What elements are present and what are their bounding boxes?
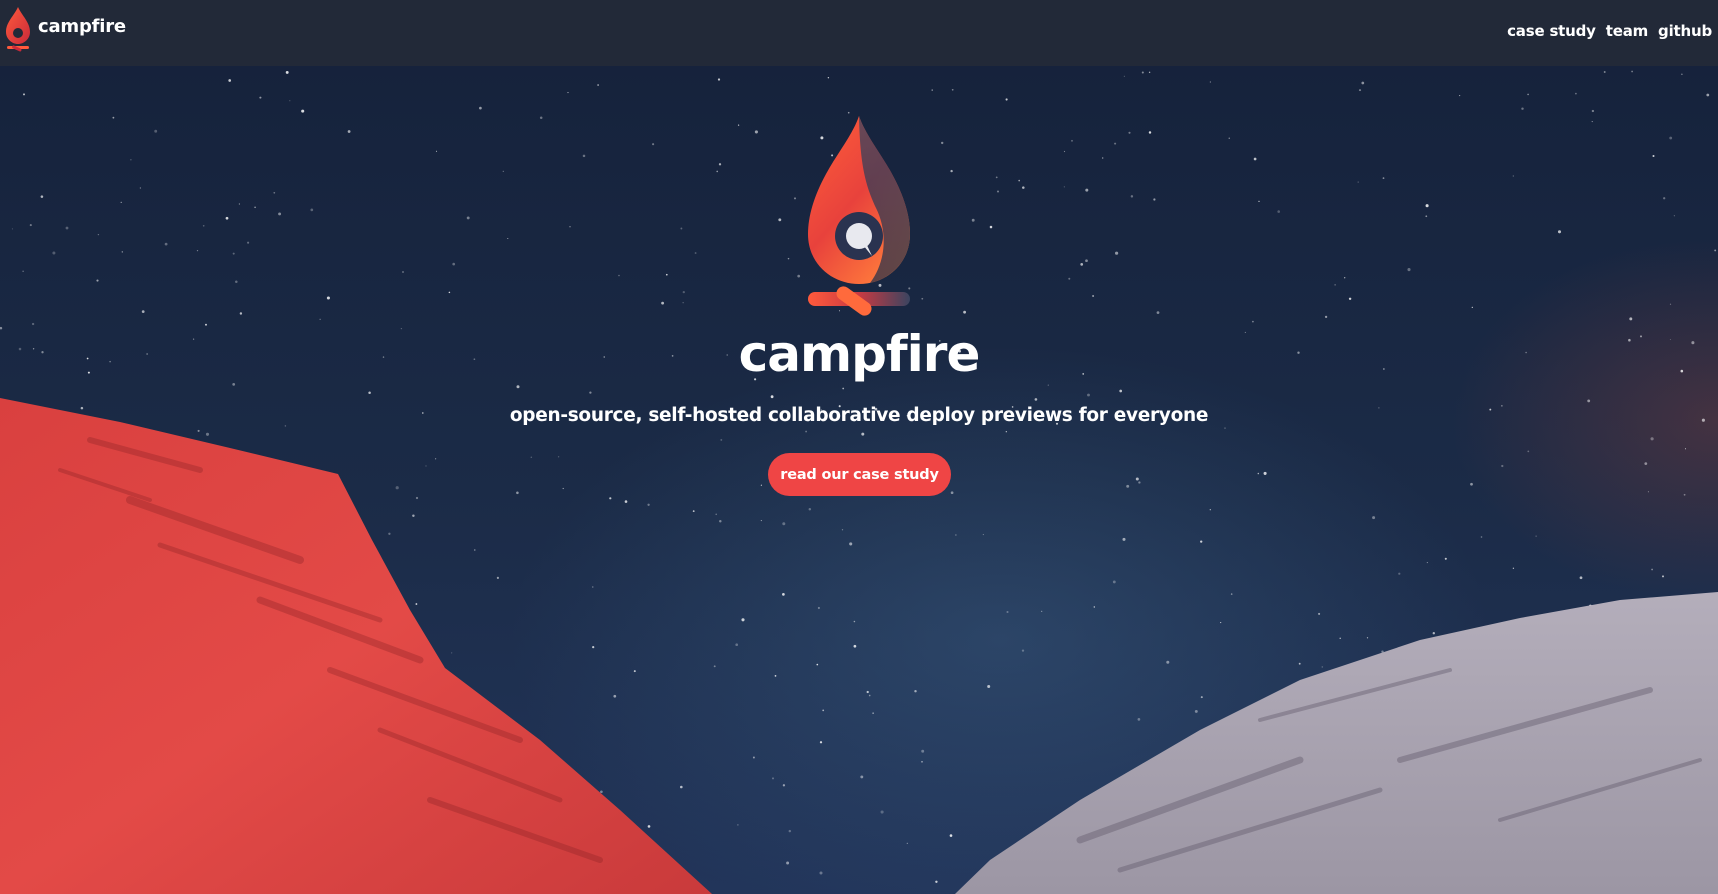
read-case-study-button[interactable]: read our case study — [768, 453, 951, 496]
main-nav: case study team github — [1507, 22, 1712, 40]
hero-tagline: open-source, self-hosted collaborative d… — [509, 405, 1209, 426]
red-mountain — [0, 398, 712, 894]
nav-link-github[interactable]: github — [1658, 22, 1712, 40]
grey-mountain — [955, 592, 1718, 894]
campfire-flame-icon — [6, 7, 30, 52]
nav-link-case-study[interactable]: case study — [1507, 22, 1596, 40]
hero-title: campfire — [738, 325, 981, 383]
landing-page: campfire case study team github campfire… — [0, 0, 1718, 894]
brand-name: campfire — [38, 15, 126, 37]
top-navigation-bar: campfire case study team github — [0, 0, 1718, 66]
campfire-flame-logo — [808, 116, 910, 316]
brand[interactable]: campfire — [4, 4, 126, 54]
nav-link-team[interactable]: team — [1606, 22, 1648, 40]
